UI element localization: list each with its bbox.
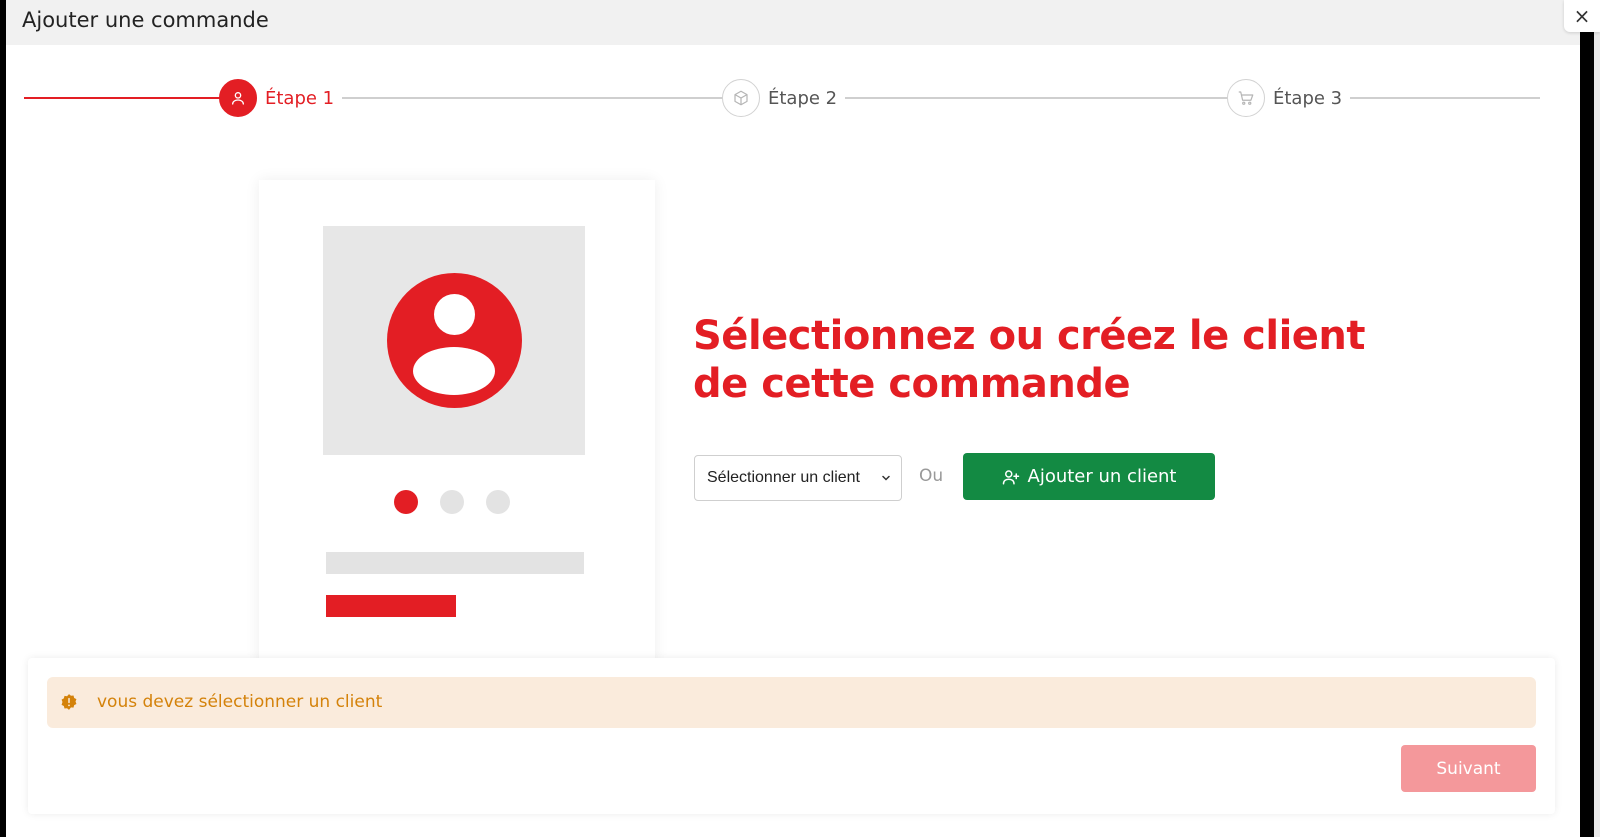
stepper: Étape 1 Étape 2 Étape 3 [6,76,1580,120]
step-1-label: Étape 1 [265,87,343,109]
carousel-dot [394,490,418,514]
stepper-line-active [24,97,224,99]
placeholder-bar [326,552,584,574]
modal-title: Ajouter une commande [22,8,269,32]
modal-header: Ajouter une commande [6,0,1580,45]
user-icon [219,79,257,117]
step-3-label: Étape 3 [1273,87,1351,109]
warning-badge-icon [61,694,77,710]
alert-message: vous devez sélectionner un client [97,692,383,712]
carousel-dots [394,490,510,514]
modal-footer: vous devez sélectionner un client Suivan… [28,658,1555,814]
next-button[interactable]: Suivant [1401,745,1536,792]
page-heading: Sélectionnez ou créez le client de cette… [693,313,1366,407]
step-1[interactable]: Étape 1 [219,79,343,117]
cart-icon [1227,79,1265,117]
user-plus-icon [1002,469,1019,484]
box-icon [722,79,760,117]
stepper-line [826,97,1238,99]
client-select[interactable]: Sélectionner un client [694,455,902,501]
carousel-dot [486,490,510,514]
client-illustration-card [259,180,655,670]
warning-alert: vous devez sélectionner un client [47,677,1536,728]
add-client-label: Ajouter un client [1027,466,1177,487]
placeholder-bar-accent [326,595,456,617]
add-order-modal: Ajouter une commande Étape 1 Étape 2 Éta… [6,0,1580,837]
scrollbar[interactable] [1594,32,1600,837]
illustration-photo [323,226,585,455]
carousel-dot [440,490,464,514]
step-3[interactable]: Étape 3 [1227,79,1351,117]
or-separator: Ou [919,466,944,486]
stepper-line [1332,97,1540,99]
avatar-icon [387,273,522,408]
add-client-button[interactable]: Ajouter un client [963,453,1215,500]
stepper-line [324,97,734,99]
client-select-value: Sélectionner un client [707,469,860,486]
step-2-label: Étape 2 [768,87,846,109]
step-2[interactable]: Étape 2 [722,79,846,117]
chevron-down-icon [882,475,890,481]
close-button[interactable]: × [1564,0,1600,32]
